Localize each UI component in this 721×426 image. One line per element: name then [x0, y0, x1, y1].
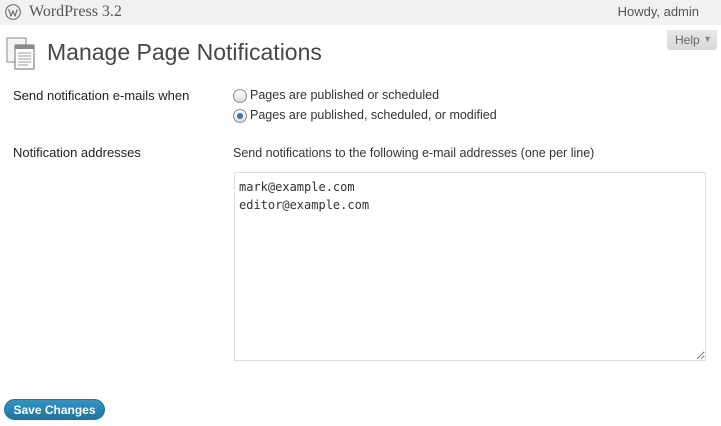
- notification-addresses-description: Send notifications to the following e-ma…: [233, 146, 595, 160]
- radio-label-published-scheduled-modified[interactable]: Pages are published, scheduled, or modif…: [250, 108, 497, 122]
- radio-label-published-scheduled[interactable]: Pages are published or scheduled: [250, 88, 439, 102]
- help-label: Help: [675, 33, 700, 47]
- site-title[interactable]: WordPress 3.2: [29, 3, 122, 21]
- radio-published-scheduled[interactable]: [233, 89, 247, 103]
- page-title: Manage Page Notifications: [47, 39, 322, 65]
- pages-icon: [6, 37, 35, 70]
- user-greeting[interactable]: Howdy, admin: [618, 4, 699, 19]
- notify-when-label: Send notification e-mails when: [13, 88, 190, 103]
- save-changes-button[interactable]: Save Changes: [4, 399, 105, 420]
- radio-published-scheduled-modified[interactable]: [233, 109, 247, 123]
- chevron-down-icon: ▼: [703, 34, 712, 44]
- wordpress-logo-icon[interactable]: [5, 4, 21, 20]
- notification-addresses-textarea[interactable]: mark@example.com editor@example.com: [234, 172, 706, 361]
- notification-addresses-label: Notification addresses: [13, 145, 141, 160]
- admin-header: WordPress 3.2 Howdy, admin: [0, 0, 721, 25]
- help-tab-button[interactable]: Help ▼: [667, 30, 717, 50]
